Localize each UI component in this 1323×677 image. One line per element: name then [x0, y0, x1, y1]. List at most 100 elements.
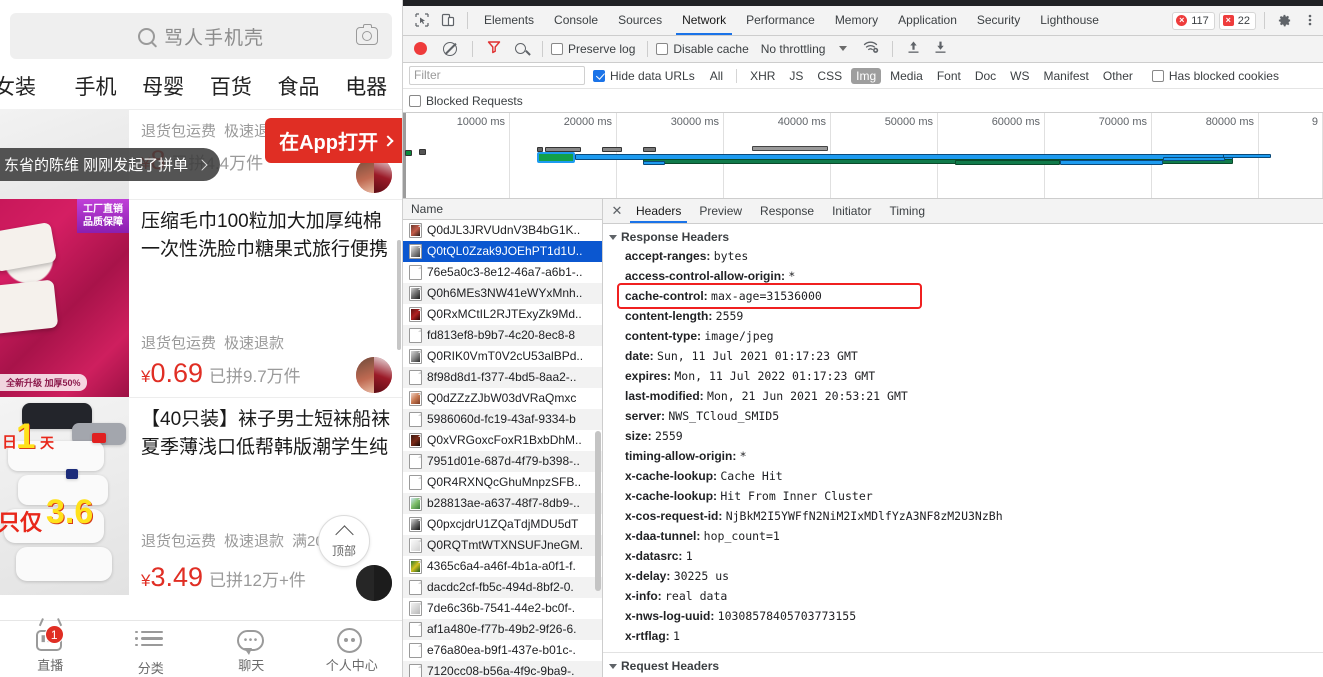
- import-har-icon[interactable]: [907, 40, 920, 57]
- pin-order-toast[interactable]: 东省的陈维 刚刚发起了拼单: [0, 148, 220, 181]
- warning-count-badge[interactable]: ×22: [1219, 12, 1256, 30]
- export-har-icon[interactable]: [934, 40, 947, 57]
- more-vertical-icon[interactable]: [1297, 6, 1323, 35]
- category-tab-5[interactable]: 电器: [332, 71, 400, 101]
- overview-bar: [405, 150, 412, 156]
- table-row[interactable]: Q0tQL0Zzak9JOEhPT1d1U..: [403, 241, 602, 262]
- back-to-top-button[interactable]: 顶部: [318, 515, 370, 567]
- request-rows[interactable]: Q0dJL3JRVUdnV3B4bG1K..Q0tQL0Zzak9JOEhPT1…: [403, 220, 602, 677]
- detail-tab-timing[interactable]: Timing: [880, 199, 934, 223]
- camera-icon[interactable]: [356, 27, 378, 45]
- type-filter-js[interactable]: JS: [784, 68, 808, 84]
- open-in-app-button[interactable]: 在App打开: [265, 118, 402, 163]
- tabbar-item-live[interactable]: ▮▮▮ 1 直播: [0, 621, 101, 677]
- search-input[interactable]: 骂人手机壳: [10, 13, 392, 59]
- inspect-element-icon[interactable]: [409, 6, 435, 35]
- table-row[interactable]: 7120cc08-b56a-4f9c-9ba9-.: [403, 661, 602, 677]
- type-filter-img[interactable]: Img: [851, 68, 881, 84]
- table-row[interactable]: Q0h6MEs3NW41eWYxMnh..: [403, 283, 602, 304]
- detail-tab-headers[interactable]: Headers: [627, 199, 690, 223]
- request-list-header[interactable]: Name: [403, 199, 602, 220]
- type-filter-manifest[interactable]: Manifest: [1039, 68, 1094, 84]
- type-filter-other[interactable]: Other: [1098, 68, 1138, 84]
- request-name: af1a480e-f77b-49b2-9f26-6.: [427, 622, 576, 636]
- request-name: 76e5a0c3-8e12-46a7-a6b1-..: [427, 265, 582, 279]
- type-filter-doc[interactable]: Doc: [970, 68, 1001, 84]
- table-row[interactable]: Q0dJL3JRVUdnV3B4bG1K..: [403, 220, 602, 241]
- table-row[interactable]: Q0dZZzZJbW03dVRaQmxc: [403, 388, 602, 409]
- type-filter-font[interactable]: Font: [932, 68, 966, 84]
- category-tab-4[interactable]: 食品: [265, 71, 333, 101]
- tab-memory[interactable]: Memory: [825, 6, 888, 35]
- table-row[interactable]: 8f98d8d1-f377-4bd5-8aa2-..: [403, 367, 602, 388]
- tab-security[interactable]: Security: [967, 6, 1030, 35]
- category-tab-3[interactable]: 百货: [197, 71, 265, 101]
- overview-bar: [419, 149, 426, 155]
- preserve-log-checkbox[interactable]: Preserve log: [551, 42, 635, 56]
- tabbar-item-profile[interactable]: 个人中心: [302, 621, 403, 677]
- throttling-select[interactable]: No throttling: [761, 42, 826, 56]
- header-row: x-cache-lookup: Cache Hit: [603, 466, 1323, 486]
- table-row[interactable]: Q0RxMCtIL2RJTExyZk9Md..: [403, 304, 602, 325]
- tab-lighthouse[interactable]: Lighthouse: [1030, 6, 1109, 35]
- type-filter-media[interactable]: Media: [885, 68, 928, 84]
- filter-funnel-icon[interactable]: [487, 40, 501, 57]
- checkbox-box: [1152, 70, 1164, 82]
- request-name: fd813ef8-b9b7-4c20-8ec8-8: [427, 328, 575, 342]
- blocked-requests-checkbox[interactable]: Blocked Requests: [409, 94, 523, 108]
- search-icon[interactable]: [515, 43, 526, 54]
- response-headers-section-title[interactable]: Response Headers: [603, 228, 1323, 246]
- table-row[interactable]: 76e5a0c3-8e12-46a7-a6b1-..: [403, 262, 602, 283]
- wifi-settings-icon[interactable]: [863, 40, 880, 57]
- table-row[interactable]: dacdc2cf-fb5c-494d-8bf2-0.: [403, 577, 602, 598]
- tab-elements[interactable]: Elements: [474, 6, 544, 35]
- table-row[interactable]: Q0R4RXNQcGhuMnpzSFB..: [403, 472, 602, 493]
- filter-input[interactable]: Filter: [409, 66, 585, 85]
- clear-icon[interactable]: [443, 42, 457, 56]
- request-list-scrollbar[interactable]: [595, 431, 601, 591]
- type-filter-ws[interactable]: WS: [1005, 68, 1034, 84]
- table-row[interactable]: 5986060d-fc19-43af-9334-b: [403, 409, 602, 430]
- category-tab-1[interactable]: 手机: [62, 71, 130, 101]
- tab-sources[interactable]: Sources: [608, 6, 672, 35]
- table-row[interactable]: 4365c6a4-a46f-4b1a-a0f1-f.: [403, 556, 602, 577]
- table-row[interactable]: Q0RIK0VmT0V2cU53alBPd..: [403, 346, 602, 367]
- tabbar-item-category[interactable]: 分类: [101, 621, 202, 677]
- detail-tab-preview[interactable]: Preview: [690, 199, 751, 223]
- device-toolbar-icon[interactable]: [435, 6, 461, 35]
- table-row[interactable]: 7de6c36b-7541-44e2-bc0f-.: [403, 598, 602, 619]
- table-row[interactable]: e76a80ea-b9f1-437e-b01c-.: [403, 640, 602, 661]
- hide-data-urls-checkbox[interactable]: Hide data URLs: [593, 69, 695, 83]
- tab-application[interactable]: Application: [888, 6, 967, 35]
- chevron-down-icon[interactable]: [839, 46, 847, 51]
- settings-gear-icon[interactable]: [1271, 6, 1297, 35]
- error-count-badge[interactable]: ×117: [1172, 12, 1215, 30]
- category-tab-0[interactable]: 女装: [0, 71, 62, 101]
- mobile-scrollbar[interactable]: [397, 240, 401, 350]
- type-filter-all[interactable]: All: [705, 68, 728, 84]
- type-filter-xhr[interactable]: XHR: [745, 68, 780, 84]
- record-button-icon[interactable]: [414, 42, 427, 55]
- disable-cache-checkbox[interactable]: Disable cache: [656, 42, 748, 56]
- table-row[interactable]: 7951d01e-687d-4f79-b398-..: [403, 451, 602, 472]
- request-headers-section-title[interactable]: Request Headers: [603, 653, 1323, 675]
- tab-network[interactable]: Network: [672, 6, 736, 35]
- close-icon[interactable]: ✕: [607, 199, 627, 223]
- tab-console[interactable]: Console: [544, 6, 608, 35]
- has-blocked-cookies-checkbox[interactable]: Has blocked cookies: [1152, 69, 1279, 83]
- table-row[interactable]: Q0RQTmtWTXNSUFJneGM.: [403, 535, 602, 556]
- type-filter-css[interactable]: CSS: [812, 68, 847, 84]
- category-tab-2[interactable]: 母婴: [129, 71, 197, 101]
- table-row[interactable]: af1a480e-f77b-49b2-9f26-6.: [403, 619, 602, 640]
- product-card-1[interactable]: 工厂直销品质保障 全新升级 加厚50% 压缩毛巾100粒加大加厚纯棉一次性洗脸巾…: [0, 199, 402, 397]
- tab-performance[interactable]: Performance: [736, 6, 825, 35]
- table-row[interactable]: Q0xVRGoxcFoxR1BxbDhM..: [403, 430, 602, 451]
- table-row[interactable]: b28813ae-a637-48f7-8db9-..: [403, 493, 602, 514]
- detail-tab-response[interactable]: Response: [751, 199, 823, 223]
- detail-tab-initiator[interactable]: Initiator: [823, 199, 880, 223]
- table-row[interactable]: Q0pxcjdrU1ZQaTdjMDU5dT: [403, 514, 602, 535]
- table-row[interactable]: fd813ef8-b9b7-4c20-8ec8-8: [403, 325, 602, 346]
- tabbar-item-chat[interactable]: ••• 聊天: [201, 621, 302, 677]
- divider: [472, 41, 473, 57]
- network-overview-timeline[interactable]: 10000 ms 20000 ms 30000 ms 40000 ms 5000…: [403, 113, 1323, 199]
